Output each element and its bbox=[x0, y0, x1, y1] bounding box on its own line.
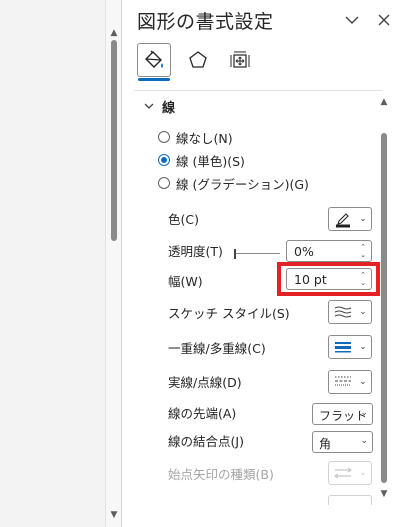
transparency-spinner[interactable]: 0% ⌃ ⌄ bbox=[286, 240, 372, 262]
document-vertical-scrollbar[interactable]: ▲ ▼ bbox=[106, 0, 122, 527]
sketch-style-label: スケッチ スタイル(S) bbox=[168, 306, 290, 321]
radio-circle[interactable] bbox=[158, 177, 170, 189]
radio-gradient-line[interactable]: 線 (グラデーション)(G) bbox=[158, 174, 309, 192]
highlight-box bbox=[277, 262, 380, 296]
pane-options-chevron-icon[interactable] bbox=[342, 10, 362, 30]
dash-type-button[interactable]: ⌄ bbox=[328, 370, 372, 394]
scroll-up-arrow-icon[interactable]: ▲ bbox=[375, 97, 393, 107]
chevron-down-icon[interactable]: ⌄ bbox=[357, 468, 369, 478]
sketch-style-button[interactable]: ⌄ bbox=[328, 300, 372, 324]
tab-effects[interactable] bbox=[181, 43, 215, 77]
begin-arrow-type-label: 始点矢印の種類(B) bbox=[168, 467, 274, 482]
radio-circle[interactable] bbox=[158, 131, 170, 143]
pane-vertical-scrollbar[interactable]: ▲ ▼ bbox=[375, 93, 393, 503]
slider-handle[interactable] bbox=[234, 249, 236, 259]
chevron-down-icon[interactable]: ⌄ bbox=[357, 377, 369, 387]
transparency-value[interactable]: 0% bbox=[294, 244, 314, 259]
radio-label: 線 (グラデーション)(G) bbox=[176, 176, 309, 192]
compound-type-label: 一重線/多重線(C) bbox=[168, 341, 266, 356]
close-icon[interactable] bbox=[374, 10, 394, 30]
transparency-slider[interactable] bbox=[234, 249, 282, 259]
join-type-value: 角 bbox=[319, 437, 332, 451]
spin-down-icon[interactable]: ⌄ bbox=[358, 251, 368, 260]
chevron-down-icon[interactable]: ⌄ bbox=[360, 436, 368, 446]
pentagon-icon bbox=[189, 51, 207, 68]
tab-fill-and-line[interactable] bbox=[137, 43, 171, 77]
chevron-down-icon[interactable]: ⌄ bbox=[357, 342, 369, 352]
pen-color-icon bbox=[329, 208, 357, 230]
format-shape-pane: 図形の書式設定 線 ▲ ▼ 線なし(N) 線 (単色)(S) 線 (グラデーショ… bbox=[122, 0, 399, 527]
size-properties-icon bbox=[230, 51, 250, 68]
pane-scroll-thumb[interactable] bbox=[381, 133, 387, 483]
transparency-label: 透明度(T) bbox=[168, 244, 223, 259]
line-color-button[interactable]: ⌄ bbox=[328, 207, 372, 231]
arrow-type-icon bbox=[329, 462, 357, 484]
color-label: 色(C) bbox=[168, 212, 199, 227]
document-area bbox=[0, 0, 106, 527]
chevron-down-icon[interactable]: ⌄ bbox=[357, 214, 369, 224]
chevron-down-icon[interactable] bbox=[142, 99, 156, 113]
cap-type-label: 線の先端(A) bbox=[168, 406, 237, 421]
compound-type-button[interactable]: ⌄ bbox=[328, 335, 372, 359]
compound-line-icon bbox=[329, 336, 357, 358]
tab-size-and-properties[interactable] bbox=[223, 43, 257, 77]
chevron-down-icon[interactable]: ⌄ bbox=[360, 408, 368, 418]
radio-circle-selected[interactable] bbox=[158, 154, 170, 166]
selected-tab-indicator bbox=[138, 78, 170, 81]
section-title: 線 bbox=[162, 100, 176, 116]
section-header-line[interactable]: 線 bbox=[142, 97, 176, 116]
divider bbox=[134, 90, 382, 91]
radio-solid-line[interactable]: 線 (単色)(S) bbox=[158, 151, 245, 169]
join-type-dropdown[interactable]: 角 ⌄ bbox=[312, 431, 373, 453]
scroll-down-arrow-icon[interactable]: ▼ bbox=[375, 489, 393, 499]
cap-type-dropdown[interactable]: フラット ⌄ bbox=[312, 403, 373, 425]
join-type-label: 線の結合点(J) bbox=[168, 434, 244, 449]
chevron-down-icon[interactable]: ⌄ bbox=[357, 307, 369, 317]
dash-type-label: 実線/点線(D) bbox=[168, 375, 242, 390]
document-scroll-thumb[interactable] bbox=[111, 40, 117, 241]
dash-line-icon bbox=[329, 371, 357, 393]
begin-arrow-size-button[interactable] bbox=[328, 495, 372, 505]
sketch-style-icon bbox=[329, 301, 357, 323]
slider-track[interactable] bbox=[236, 253, 280, 254]
scroll-up-arrow-icon[interactable]: ▲ bbox=[106, 28, 122, 38]
begin-arrow-type-button[interactable]: ⌄ bbox=[328, 461, 372, 485]
radio-label: 線 (単色)(S) bbox=[176, 153, 245, 169]
width-label: 幅(W) bbox=[168, 274, 203, 289]
scroll-down-arrow-icon[interactable]: ▼ bbox=[106, 510, 122, 520]
radio-no-line[interactable]: 線なし(N) bbox=[158, 128, 233, 146]
pane-title: 図形の書式設定 bbox=[137, 11, 274, 33]
radio-label: 線なし(N) bbox=[176, 130, 233, 146]
paint-bucket-icon bbox=[145, 50, 163, 68]
